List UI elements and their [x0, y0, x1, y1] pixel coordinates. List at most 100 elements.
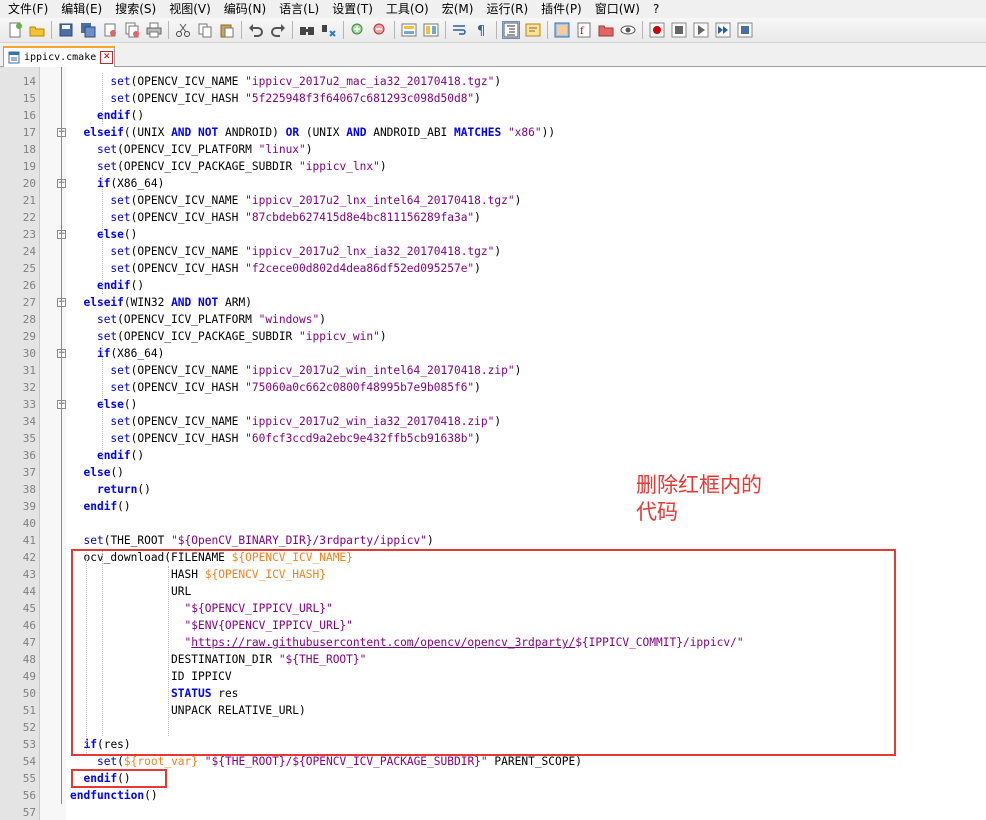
- save-all-icon: [81, 23, 96, 38]
- menu-item-6[interactable]: 设置(T): [324, 0, 378, 18]
- stop-macro-button[interactable]: [670, 21, 688, 39]
- show-all-chars-button[interactable]: ¶: [473, 21, 491, 39]
- cut-button[interactable]: [174, 21, 192, 39]
- code-line-30[interactable]: 30 if(X86_64)−: [0, 345, 986, 362]
- code-line-35[interactable]: 35 set(OPENCV_ICV_HASH "60fcf3ccd9a2ebc9…: [0, 430, 986, 447]
- zoom-out-button[interactable]: [371, 21, 389, 39]
- code-line-25[interactable]: 25 set(OPENCV_ICV_HASH "f2cece00d802d4de…: [0, 260, 986, 277]
- close-button[interactable]: [101, 21, 119, 39]
- menu-item-2[interactable]: 搜索(S): [107, 0, 161, 18]
- run-macro-multiple-button[interactable]: [714, 21, 732, 39]
- folder-workspace-button[interactable]: [597, 21, 615, 39]
- line-number: 55: [22, 772, 36, 785]
- line-number: 27: [22, 296, 36, 309]
- find-button[interactable]: [298, 21, 316, 39]
- code-line-18[interactable]: 18 set(OPENCV_ICV_PLATFORM "linux"): [0, 141, 986, 158]
- indent-guide: [102, 73, 103, 124]
- code-line-57[interactable]: 57: [0, 804, 986, 820]
- code-line-26[interactable]: 26 endif(): [0, 277, 986, 294]
- menu-item-0[interactable]: 文件(F): [0, 0, 53, 18]
- indent-guide-button[interactable]: [502, 21, 520, 39]
- line-text: set(OPENCV_ICV_NAME "ippicv_2017u2_win_i…: [110, 415, 502, 428]
- code-line-29[interactable]: 29 set(OPENCV_ICV_PACKAGE_SUBDIR "ippicv…: [0, 328, 986, 345]
- menu-item-3[interactable]: 视图(V): [161, 0, 216, 18]
- function-list-button[interactable]: f: [575, 21, 593, 39]
- new-file-button[interactable]: [6, 21, 24, 39]
- paste-icon: [220, 24, 234, 38]
- code-line-20[interactable]: 20 if(X86_64)−: [0, 175, 986, 192]
- paste-button[interactable]: [218, 21, 236, 39]
- line-number: 52: [22, 721, 36, 734]
- code-line-36[interactable]: 36 endif(): [0, 447, 986, 464]
- line-number: 32: [22, 381, 36, 394]
- menu-item-11[interactable]: 窗口(W): [587, 0, 645, 18]
- close-all-button[interactable]: [123, 21, 141, 39]
- sync-v-button[interactable]: [400, 21, 418, 39]
- line-number: 53: [22, 738, 36, 751]
- line-text: else(): [83, 466, 124, 479]
- code-line-39[interactable]: 39 endif(): [0, 498, 986, 515]
- line-number: 35: [22, 432, 36, 445]
- udl-button[interactable]: [524, 21, 542, 39]
- record-macro-button[interactable]: [648, 21, 666, 39]
- code-line-21[interactable]: 21 set(OPENCV_ICV_NAME "ippicv_2017u2_ln…: [0, 192, 986, 209]
- doc-map-button[interactable]: [553, 21, 571, 39]
- copy-button[interactable]: [196, 21, 214, 39]
- menu-item-12[interactable]: ?: [645, 0, 664, 18]
- code-line-17[interactable]: 17 elseif((UNIX AND NOT ANDROID) OR (UNI…: [0, 124, 986, 141]
- word-wrap-button[interactable]: [451, 21, 469, 39]
- code-line-34[interactable]: 34 set(OPENCV_ICV_NAME "ippicv_2017u2_wi…: [0, 413, 986, 430]
- line-number: 57: [22, 806, 36, 819]
- menu-item-4[interactable]: 编码(N): [216, 0, 271, 18]
- code-line-22[interactable]: 22 set(OPENCV_ICV_HASH "87cbdeb627415d8e…: [0, 209, 986, 226]
- line-number: 23: [22, 228, 36, 241]
- code-line-41[interactable]: 41 set(THE_ROOT "${OpenCV_BINARY_DIR}/3r…: [0, 532, 986, 549]
- zoom-in-icon: [351, 23, 363, 35]
- line-number: 36: [22, 449, 36, 462]
- replace-button[interactable]: [320, 21, 338, 39]
- code-line-37[interactable]: 37 else(): [0, 464, 986, 481]
- zoom-in-button[interactable]: [349, 21, 367, 39]
- save-button[interactable]: [57, 21, 75, 39]
- tab-close-icon[interactable]: ✕: [100, 51, 114, 64]
- menu-item-5[interactable]: 语言(L): [271, 0, 324, 18]
- line-number: 51: [22, 704, 36, 717]
- code-line-23[interactable]: 23 else()−: [0, 226, 986, 243]
- code-line-33[interactable]: 33 else()−: [0, 396, 986, 413]
- menu-item-8[interactable]: 宏(M): [434, 0, 479, 18]
- tab-ippicv-cmake[interactable]: ippicv.cmake ✕: [3, 46, 115, 67]
- code-line-14[interactable]: 14 set(OPENCV_ICV_NAME "ippicv_2017u2_ma…: [0, 73, 986, 90]
- code-line-28[interactable]: 28 set(OPENCV_ICV_PLATFORM "windows"): [0, 311, 986, 328]
- save-icon: [59, 23, 73, 37]
- close-icon: [104, 23, 116, 37]
- play-macro-button[interactable]: [692, 21, 710, 39]
- record-macro-icon: [649, 22, 665, 38]
- code-line-31[interactable]: 31 set(OPENCV_ICV_NAME "ippicv_2017u2_wi…: [0, 362, 986, 379]
- open-file-icon: [29, 26, 45, 37]
- code-line-24[interactable]: 24 set(OPENCV_ICV_NAME "ippicv_2017u2_ln…: [0, 243, 986, 260]
- code-line-40[interactable]: 40: [0, 515, 986, 532]
- menu-item-9[interactable]: 运行(R): [478, 0, 533, 18]
- sync-h-button[interactable]: [422, 21, 440, 39]
- undo-button[interactable]: [247, 21, 265, 39]
- code-line-16[interactable]: 16 endif(): [0, 107, 986, 124]
- save-all-button[interactable]: [79, 21, 97, 39]
- print-button[interactable]: [145, 21, 163, 39]
- code-line-32[interactable]: 32 set(OPENCV_ICV_HASH "75060a0c662c0800…: [0, 379, 986, 396]
- menu-item-10[interactable]: 插件(P): [533, 0, 587, 18]
- line-number: 19: [22, 160, 36, 173]
- monitoring-button[interactable]: [619, 21, 637, 39]
- code-line-56[interactable]: 56 endfunction(): [0, 787, 986, 804]
- annotation-note: 删除红框内的 代码: [636, 472, 762, 526]
- show-all-chars-icon: ¶: [477, 24, 485, 38]
- toolbar-separator: [292, 21, 293, 39]
- code-line-19[interactable]: 19 set(OPENCV_ICV_PACKAGE_SUBDIR "ippicv…: [0, 158, 986, 175]
- code-line-38[interactable]: 38 return(): [0, 481, 986, 498]
- code-line-15[interactable]: 15 set(OPENCV_ICV_HASH "5f225948f3f64067…: [0, 90, 986, 107]
- redo-button[interactable]: [269, 21, 287, 39]
- open-file-button[interactable]: [28, 21, 46, 39]
- code-line-27[interactable]: 27 elseif(WIN32 AND NOT ARM)−: [0, 294, 986, 311]
- menu-item-1[interactable]: 编辑(E): [53, 0, 107, 18]
- save-macro-button[interactable]: [736, 21, 754, 39]
- menu-item-7[interactable]: 工具(O): [378, 0, 434, 18]
